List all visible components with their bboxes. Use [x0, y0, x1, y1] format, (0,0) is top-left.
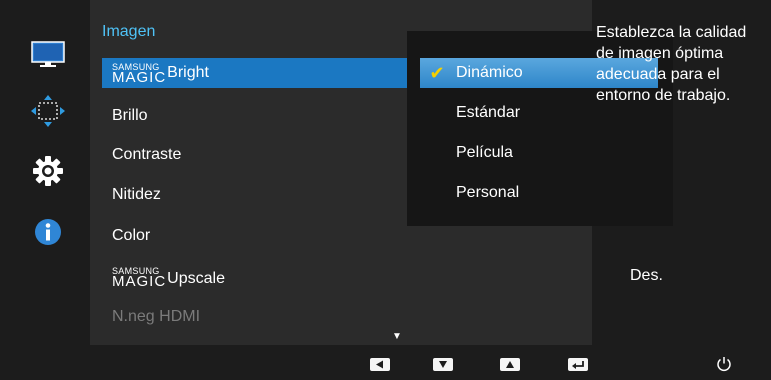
menu-item-color[interactable]: Color: [112, 227, 150, 245]
menu-item-label: Upscale: [167, 270, 225, 287]
menu-item-label: Bright: [167, 64, 209, 81]
scroll-down-icon: ▼: [392, 331, 402, 342]
enter-icon[interactable]: [568, 358, 588, 371]
down-arrow-icon[interactable]: [433, 358, 453, 371]
menu-item-hdmi-black-level: N.neg HDMI: [112, 308, 201, 325]
power-icon[interactable]: [715, 355, 733, 373]
option-pelicula[interactable]: Película: [420, 138, 658, 168]
help-text: Establezca la calidad de imagen óptima a…: [596, 24, 747, 104]
menu-item-contraste[interactable]: Contraste: [112, 146, 181, 164]
monitor-icon[interactable]: [5, 35, 90, 75]
size-position-icon[interactable]: [5, 91, 90, 131]
panel-title: Imagen: [102, 23, 156, 40]
menu-item-brillo[interactable]: Brillo: [112, 107, 148, 125]
menu-item-magic-bright[interactable]: SAMSUNG MAGIC Bright: [102, 58, 407, 88]
up-arrow-icon[interactable]: [500, 358, 520, 371]
info-icon[interactable]: [5, 212, 90, 252]
samsung-magic-logo: SAMSUNG MAGIC: [112, 61, 167, 86]
samsung-magic-logo: SAMSUNG MAGIC: [112, 266, 167, 290]
osd-window: Imagen SAMSUNG MAGIC Bright Brillo Contr…: [0, 0, 771, 345]
sidebar: [5, 25, 90, 345]
menu-item-nitidez[interactable]: Nitidez: [112, 186, 161, 204]
upscale-value: Des.: [630, 267, 663, 284]
left-arrow-icon[interactable]: [370, 358, 390, 371]
picture-menu-panel: Imagen SAMSUNG MAGIC Bright Brillo Contr…: [90, 0, 673, 345]
menu-item-magic-upscale[interactable]: SAMSUNG MAGIC Upscale: [112, 260, 225, 290]
gear-icon[interactable]: [5, 151, 90, 191]
checkmark-icon: ✔: [429, 62, 445, 83]
option-personal[interactable]: Personal: [420, 178, 658, 208]
control-bar: [0, 345, 771, 380]
